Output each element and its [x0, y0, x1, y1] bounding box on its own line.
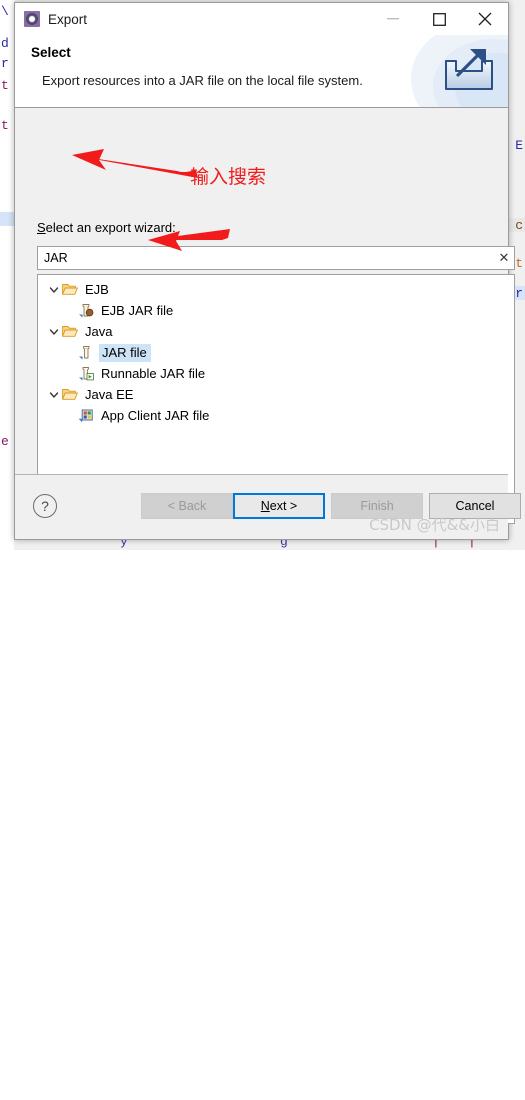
page-description: Export resources into a JAR file on the … [42, 73, 363, 88]
header-banner-art [403, 35, 508, 107]
jar-file-icon [78, 345, 96, 361]
bg-code-left-5: e [1, 434, 9, 449]
open-folder-icon [62, 282, 80, 298]
wizard-label-rest: elect an export wizard: [46, 220, 176, 235]
open-folder-icon [62, 387, 80, 403]
tree-item-ejb-jar-file[interactable]: EJB JAR file [38, 300, 514, 321]
clear-x-icon[interactable]: ✕ [494, 250, 514, 266]
finish-button-label: Finish [360, 499, 393, 513]
chevron-down-icon[interactable] [46, 324, 62, 340]
dialog-title: Export [48, 12, 370, 27]
dialog-header: Select Export resources into a JAR file … [15, 35, 508, 108]
tree-item-runnable-jar-file[interactable]: Runnable JAR file [38, 363, 514, 384]
runnable-jar-icon [78, 366, 96, 382]
dialog-titlebar: Export [15, 3, 508, 35]
maximize-icon[interactable] [416, 3, 462, 35]
bg-code-left-3: t [1, 78, 9, 93]
bg-code-left-1: d [1, 36, 9, 51]
app-client-jar-icon [78, 408, 96, 424]
tree-item-app-client-jar-file[interactable]: App Client JAR file [38, 405, 514, 426]
tree-item-label: Java [83, 324, 112, 339]
tree-item-label: Runnable JAR file [99, 366, 205, 381]
tree-item-label: JAR file [99, 344, 151, 362]
chevron-down-icon[interactable] [46, 387, 62, 403]
bg-code-right-2: t [515, 256, 523, 271]
bg-code-left-2: r [1, 56, 9, 71]
csdn-watermark: CSDN @代&&小白 [369, 514, 500, 535]
window-controls [370, 3, 508, 35]
bg-code-left-0: \ [1, 4, 9, 19]
tree-item-label: EJB [83, 282, 109, 297]
help-icon[interactable]: ? [33, 494, 57, 518]
export-arrow-icon [442, 45, 496, 98]
wizard-label-mnemonic: S [37, 220, 46, 235]
wizard-search-box[interactable]: ✕ [37, 246, 515, 270]
next-button[interactable]: Next > [233, 493, 325, 519]
bg-code-right-3: r [515, 286, 523, 301]
dialog-footer: ? < Back Next > Finish Cancel CSDN @代&&小… [15, 474, 508, 539]
tree-item-java[interactable]: Java [38, 321, 514, 342]
tree-item-java-ee[interactable]: Java EE [38, 384, 514, 405]
tree-item-label: Java EE [83, 387, 133, 402]
minimize-icon[interactable] [370, 3, 416, 35]
editor-highlight-left [0, 212, 14, 226]
cancel-button-label: Cancel [456, 499, 495, 513]
back-button: < Back [141, 493, 233, 519]
tree-item-label: EJB JAR file [99, 303, 173, 318]
eclipse-export-icon [24, 11, 40, 27]
wizard-select-label: Select an export wizard: [37, 220, 176, 235]
page-title: Select [31, 45, 71, 60]
close-icon[interactable] [462, 3, 508, 35]
export-dialog: Export Select Export resources into a JA… [14, 2, 509, 540]
ejb-jar-file-icon [78, 303, 96, 319]
chevron-down-icon[interactable] [46, 282, 62, 298]
search-input[interactable] [38, 248, 494, 268]
tree-item-label: App Client JAR file [99, 408, 209, 423]
editor-right-strip [0, 550, 22, 1100]
bg-code-right-1: c [515, 218, 523, 233]
dialog-body: Select an export wizard: ✕ EJB [15, 108, 508, 474]
open-folder-icon [62, 324, 80, 340]
tree-item-jar-file[interactable]: JAR file [38, 342, 514, 363]
next-button-label: Next > [261, 499, 297, 513]
bg-code-right-0: E [515, 138, 523, 153]
bg-code-left-4: t [1, 118, 9, 133]
back-button-label: < Back [168, 499, 207, 513]
tree-item-ejb[interactable]: EJB [38, 279, 514, 300]
